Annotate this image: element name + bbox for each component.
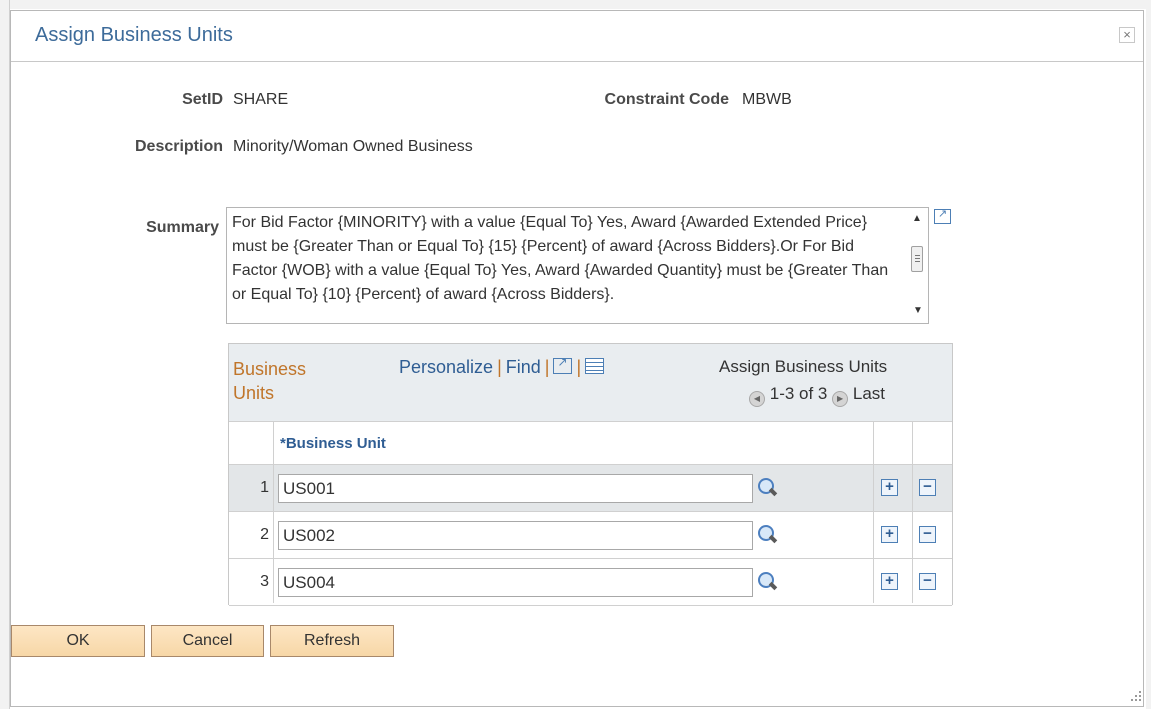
expand-icon[interactable] bbox=[934, 207, 951, 224]
column-divider bbox=[912, 421, 913, 603]
business-units-grid: Business Units Personalize|Find|| Assign… bbox=[228, 343, 953, 606]
background-frame-top bbox=[0, 0, 1151, 9]
business-unit-input[interactable] bbox=[278, 568, 753, 597]
description-label: Description bbox=[134, 138, 223, 155]
table-row: 1 + − bbox=[229, 465, 952, 512]
refresh-button[interactable]: Refresh bbox=[270, 625, 394, 657]
delete-row-button[interactable]: − bbox=[919, 526, 936, 543]
column-divider bbox=[273, 421, 274, 603]
row-number: 3 bbox=[260, 573, 269, 590]
toolbar-separator: | bbox=[544, 357, 550, 377]
table-row: 3 + − bbox=[229, 559, 952, 606]
delete-row-button[interactable]: − bbox=[919, 479, 936, 496]
row-number: 2 bbox=[260, 526, 269, 543]
scroll-thumb[interactable] bbox=[911, 246, 923, 272]
constraint-code-value: MBWB bbox=[742, 91, 792, 108]
dialog-title: Assign Business Units bbox=[35, 24, 233, 46]
pagination-range: 1-3 of 3 bbox=[769, 384, 828, 403]
summary-text: For Bid Factor {MINORITY} with a value {… bbox=[232, 214, 889, 303]
add-row-button[interactable]: + bbox=[881, 479, 898, 496]
add-row-button[interactable]: + bbox=[881, 573, 898, 590]
assign-business-units-dialog: Assign Business Units × SetID SHARE Cons… bbox=[10, 10, 1144, 707]
background-frame-left bbox=[0, 0, 10, 709]
scroll-down-arrow-icon[interactable]: ▼ bbox=[913, 305, 923, 316]
summary-scrollbar[interactable]: ▲ ▼ bbox=[907, 208, 928, 323]
business-unit-column-header: *Business Unit bbox=[280, 435, 386, 452]
download-excel-icon[interactable] bbox=[585, 358, 605, 374]
setid-value: SHARE bbox=[233, 91, 289, 108]
column-divider bbox=[873, 421, 874, 603]
grid-caption: Assign Business Units bbox=[719, 357, 888, 376]
zoom-grid-icon[interactable] bbox=[553, 355, 573, 374]
summary-textarea[interactable]: For Bid Factor {MINORITY} with a value {… bbox=[226, 207, 929, 324]
background-frame-right bbox=[1146, 0, 1151, 709]
business-unit-input[interactable] bbox=[278, 474, 753, 503]
grid-title: Business Units bbox=[233, 359, 307, 403]
resize-grip-icon[interactable] bbox=[1131, 691, 1141, 701]
scroll-up-arrow-icon[interactable]: ▲ bbox=[912, 213, 922, 224]
ok-button[interactable]: OK bbox=[11, 625, 145, 657]
table-row: 2 + − bbox=[229, 512, 952, 559]
grid-toolbar: Personalize|Find|| bbox=[399, 355, 605, 378]
summary-label: Summary bbox=[146, 219, 219, 236]
previous-arrow-icon[interactable]: ◀ bbox=[749, 391, 765, 407]
find-link[interactable]: Find bbox=[506, 357, 541, 377]
dialog-titlebar: Assign Business Units × bbox=[11, 11, 1143, 62]
setid-label: SetID bbox=[182, 91, 223, 108]
close-icon[interactable]: × bbox=[1119, 27, 1135, 43]
last-link[interactable]: Last bbox=[853, 384, 885, 403]
lookup-magnifier-icon[interactable] bbox=[757, 571, 779, 593]
cancel-button[interactable]: Cancel bbox=[151, 625, 264, 657]
next-arrow-icon[interactable]: ▶ bbox=[832, 391, 849, 407]
business-unit-input[interactable] bbox=[278, 521, 753, 550]
delete-row-button[interactable]: − bbox=[919, 573, 936, 590]
toolbar-separator: | bbox=[576, 357, 582, 377]
constraint-code-label: Constraint Code bbox=[604, 91, 729, 108]
toolbar-separator: | bbox=[497, 357, 502, 377]
lookup-magnifier-icon[interactable] bbox=[757, 477, 779, 499]
grid-header-row: *Business Unit bbox=[229, 421, 952, 465]
personalize-link[interactable]: Personalize bbox=[399, 357, 493, 377]
row-number: 1 bbox=[260, 479, 269, 496]
lookup-magnifier-icon[interactable] bbox=[757, 524, 779, 546]
grid-pagination: ◀ 1-3 of 3 ▶ Last bbox=[749, 384, 885, 407]
description-value: Minority/Woman Owned Business bbox=[233, 138, 473, 155]
add-row-button[interactable]: + bbox=[881, 526, 898, 543]
